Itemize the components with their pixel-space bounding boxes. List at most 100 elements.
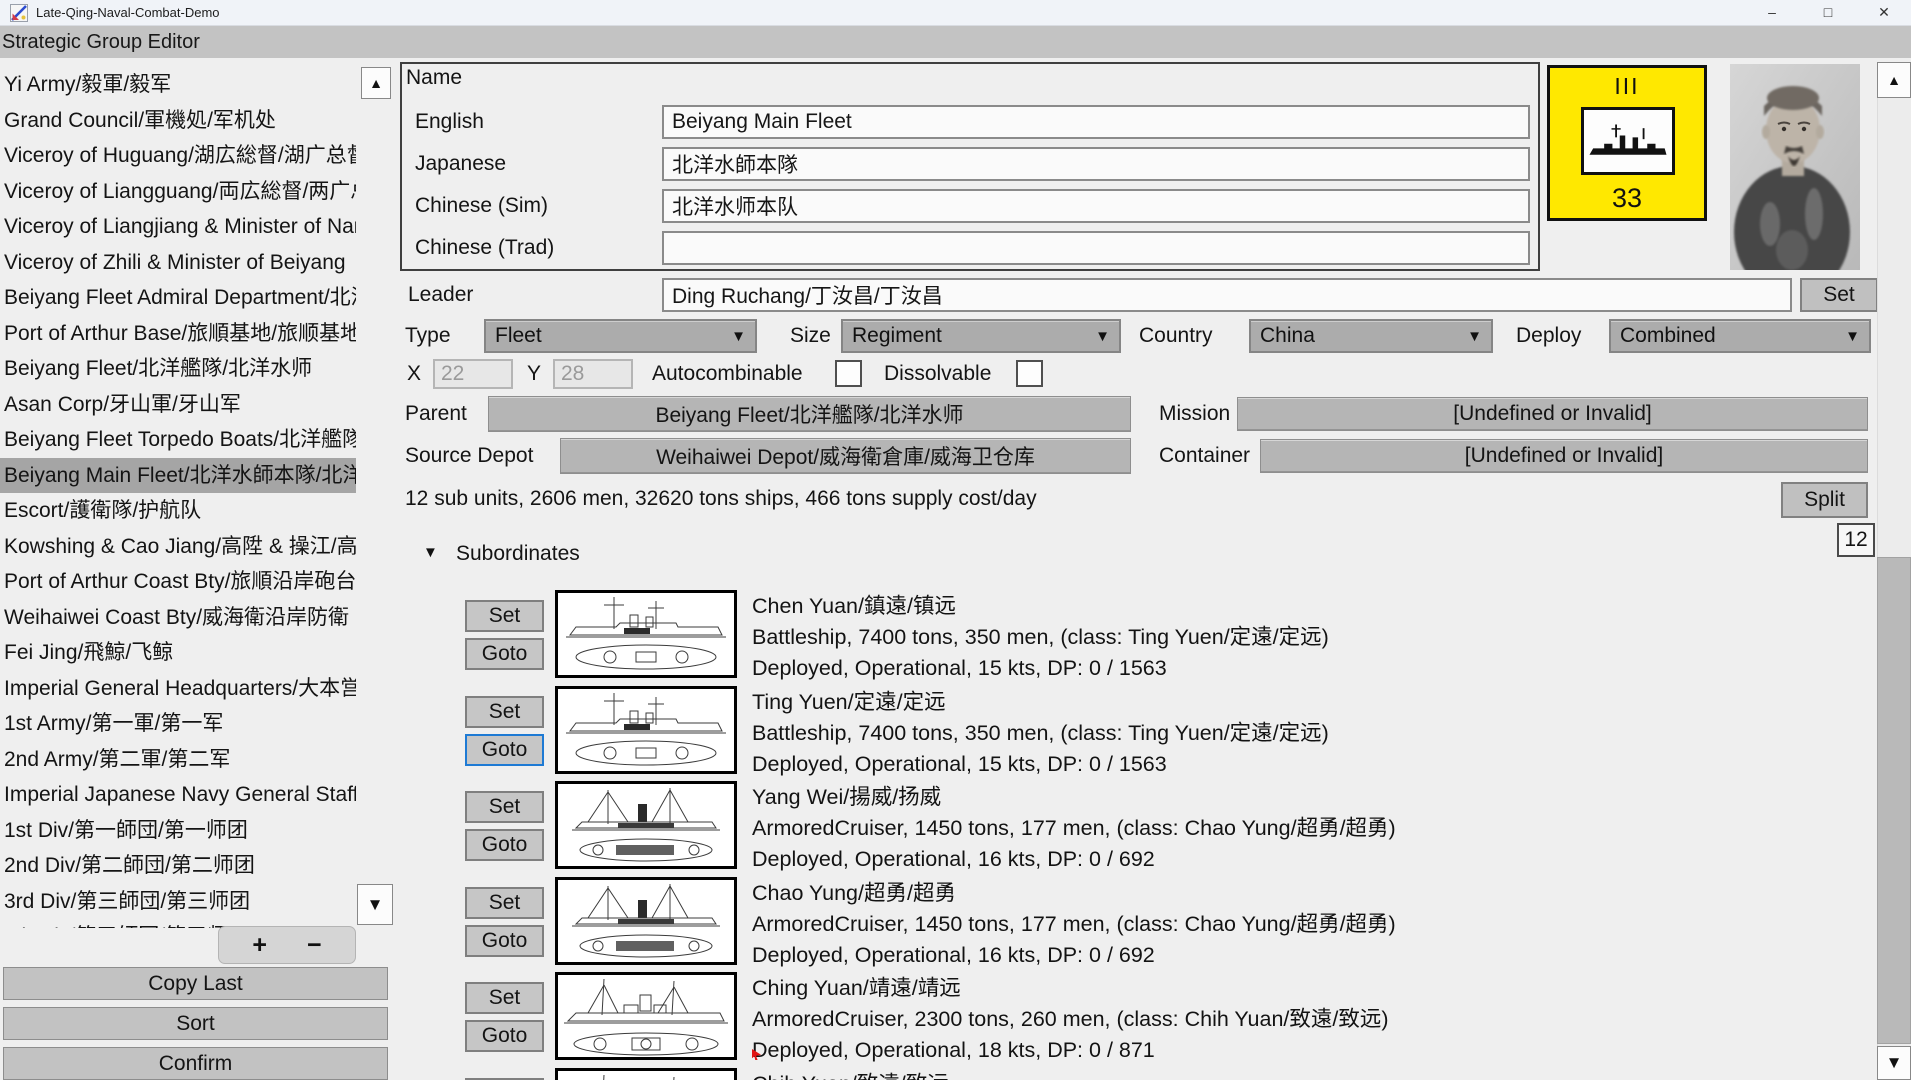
- unit-counter: III 33: [1547, 65, 1707, 221]
- x-label: X: [407, 359, 421, 389]
- goto-button[interactable]: Goto: [465, 829, 544, 861]
- list-item[interactable]: Weihaiwei Coast Bty/威海衛沿岸防衛: [0, 600, 356, 636]
- list-item[interactable]: Viceroy of Huguang/湖広総督/湖广总督: [0, 138, 356, 174]
- mission-button[interactable]: [Undefined or Invalid]: [1237, 397, 1868, 431]
- leader-set-button[interactable]: Set: [1800, 278, 1878, 312]
- maximize-button[interactable]: □: [1805, 0, 1851, 26]
- set-button[interactable]: Set: [465, 600, 544, 632]
- list-item[interactable]: 1st Army/第一軍/第一军: [0, 706, 356, 742]
- main-scrollbar-thumb[interactable]: [1877, 557, 1911, 1044]
- ship-thumbnail: [555, 877, 737, 965]
- list-item[interactable]: Beiyang Fleet/北洋艦隊/北洋水师: [0, 351, 356, 387]
- ship-class-line: ArmoredCruiser, 1450 tons, 177 men, (cla…: [752, 910, 1396, 938]
- chinese-trad-name-input[interactable]: [662, 231, 1530, 265]
- name-group-label: Name: [406, 66, 462, 90]
- type-dropdown[interactable]: Fleet ▼: [484, 319, 757, 353]
- autocombinable-checkbox[interactable]: [835, 360, 862, 387]
- list-item[interactable]: Viceroy of Zhili & Minister of Beiyang: [0, 245, 356, 281]
- set-button[interactable]: Set: [465, 887, 544, 919]
- list-item[interactable]: Yi Army/毅軍/毅军: [0, 67, 356, 103]
- subordinate-row: SetGoto Chih Yuan/致遠/致远: [440, 1068, 1885, 1080]
- collapse-arrow-icon[interactable]: ▼: [423, 544, 438, 561]
- source-depot-button[interactable]: Weihaiwei Depot/威海衛倉庫/威海卫仓库: [560, 438, 1131, 474]
- subordinates-header: Subordinates: [456, 541, 580, 567]
- ship-name: Ting Yuen/定遠/定远: [752, 688, 946, 716]
- sidebar-scroll-down-icon[interactable]: ▼: [357, 884, 393, 925]
- size-dropdown[interactable]: Regiment ▼: [841, 319, 1121, 353]
- ship-status-line: Deployed, Operational, 16 kts, DP: 0 / 6…: [752, 941, 1155, 969]
- goto-button[interactable]: Goto: [465, 734, 544, 766]
- list-item[interactable]: Beiyang Main Fleet/北洋水師本隊/北洋水师本队: [0, 458, 356, 494]
- list-item[interactable]: Viceroy of Liangjiang & Minister of Nany…: [0, 209, 356, 245]
- main-scroll-up-icon[interactable]: ▲: [1877, 62, 1911, 98]
- country-value: China: [1260, 324, 1315, 348]
- list-item[interactable]: 3rd Div/第三師団/第三师团: [0, 884, 356, 920]
- goto-button[interactable]: Goto: [465, 1020, 544, 1052]
- chevron-down-icon: ▼: [1467, 328, 1482, 345]
- list-item[interactable]: Kowshing & Cao Jiang/高陞 & 操江/高升 & 操江: [0, 529, 356, 565]
- list-item[interactable]: Port of Arthur Base/旅順基地/旅顺基地: [0, 316, 356, 352]
- type-label: Type: [405, 319, 451, 353]
- list-item[interactable]: Beiyang Fleet Torpedo Boats/北洋艦隊水雷艇: [0, 422, 356, 458]
- subordinate-count-box: 12: [1837, 523, 1875, 557]
- ship-name: Yang Wei/揚威/扬威: [752, 783, 941, 811]
- container-button[interactable]: [Undefined or Invalid]: [1260, 439, 1868, 473]
- x-input: [433, 359, 513, 389]
- goto-button[interactable]: Goto: [465, 925, 544, 957]
- deploy-dropdown[interactable]: Combined ▼: [1609, 319, 1871, 353]
- list-item[interactable]: Beiyang Fleet Admiral Department/北洋水師提督: [0, 280, 356, 316]
- list-item[interactable]: 2nd Army/第二軍/第二军: [0, 742, 356, 778]
- unit-summary-text: 12 sub units, 2606 men, 32620 tons ships…: [405, 486, 1037, 512]
- list-item[interactable]: Grand Council/軍機処/军机处: [0, 103, 356, 139]
- confirm-button[interactable]: Confirm: [3, 1047, 388, 1080]
- add-button[interactable]: +: [252, 933, 267, 958]
- dissolvable-checkbox[interactable]: [1016, 360, 1043, 387]
- chevron-down-icon: ▼: [1845, 328, 1860, 345]
- chevron-down-icon: ▼: [1095, 328, 1110, 345]
- parent-label: Parent: [405, 396, 467, 432]
- english-label: English: [415, 105, 484, 139]
- list-item[interactable]: Port of Arthur Coast Bty/旅順沿岸砲台: [0, 564, 356, 600]
- japanese-label: Japanese: [415, 147, 506, 181]
- parent-button[interactable]: Beiyang Fleet/北洋艦隊/北洋水师: [488, 396, 1131, 432]
- set-button[interactable]: Set: [465, 982, 544, 1014]
- country-dropdown[interactable]: China ▼: [1249, 319, 1493, 353]
- list-item[interactable]: Imperial General Headquarters/大本営/大本营: [0, 671, 356, 707]
- chinese-sim-name-input[interactable]: [662, 189, 1530, 223]
- ship-thumbnail: [555, 972, 737, 1060]
- container-label: Container: [1159, 438, 1250, 474]
- copy-last-button[interactable]: Copy Last: [3, 967, 388, 1000]
- list-item[interactable]: Asan Corp/牙山軍/牙山军: [0, 387, 356, 423]
- leader-input[interactable]: [662, 278, 1792, 312]
- english-name-input[interactable]: [662, 105, 1530, 139]
- set-button[interactable]: Set: [465, 791, 544, 823]
- chinese-sim-label: Chinese (Sim): [415, 189, 548, 223]
- set-button[interactable]: Set: [465, 696, 544, 728]
- window-titlebar: Late-Qing-Naval-Combat-Demo – □ ✕: [0, 0, 1911, 26]
- sidebar-scroll-up-icon[interactable]: ▲: [361, 67, 391, 99]
- ship-thumbnail: [555, 686, 737, 774]
- remove-button[interactable]: −: [307, 933, 322, 958]
- deploy-value: Combined: [1620, 324, 1716, 348]
- list-item[interactable]: 2nd Div/第二師団/第二师团: [0, 848, 356, 884]
- goto-button[interactable]: Goto: [465, 638, 544, 670]
- close-button[interactable]: ✕: [1861, 0, 1907, 26]
- subordinate-row: SetGoto Ting Yuen/定遠/定远Battleship, 7400 …: [440, 686, 1885, 782]
- ship-status-line: Deployed, Operational, 15 kts, DP: 0 / 1…: [752, 750, 1167, 778]
- sort-button[interactable]: Sort: [3, 1007, 388, 1040]
- dissolvable-label: Dissolvable: [884, 359, 991, 389]
- split-button[interactable]: Split: [1781, 482, 1868, 518]
- main-scroll-down-icon[interactable]: ▼: [1877, 1046, 1911, 1080]
- minimize-button[interactable]: –: [1749, 0, 1795, 26]
- list-item[interactable]: Viceroy of Liangguang/両広総督/两广总督: [0, 174, 356, 210]
- unit-size-indicator: III: [1550, 73, 1704, 100]
- y-label: Y: [527, 359, 541, 389]
- strategic-group-editor-window: Late-Qing-Naval-Combat-Demo – □ ✕ Strate…: [0, 0, 1911, 1080]
- list-item[interactable]: Imperial Japanese Navy General Staff/軍令部: [0, 777, 356, 813]
- ship-thumbnail: [555, 1068, 737, 1080]
- list-item[interactable]: 1st Div/第一師団/第一师团: [0, 813, 356, 849]
- list-item[interactable]: Fei Jing/飛鯨/飞鲸: [0, 635, 356, 671]
- editor-header: [0, 26, 1911, 58]
- list-item[interactable]: Escort/護衛隊/护航队: [0, 493, 356, 529]
- japanese-name-input[interactable]: [662, 147, 1530, 181]
